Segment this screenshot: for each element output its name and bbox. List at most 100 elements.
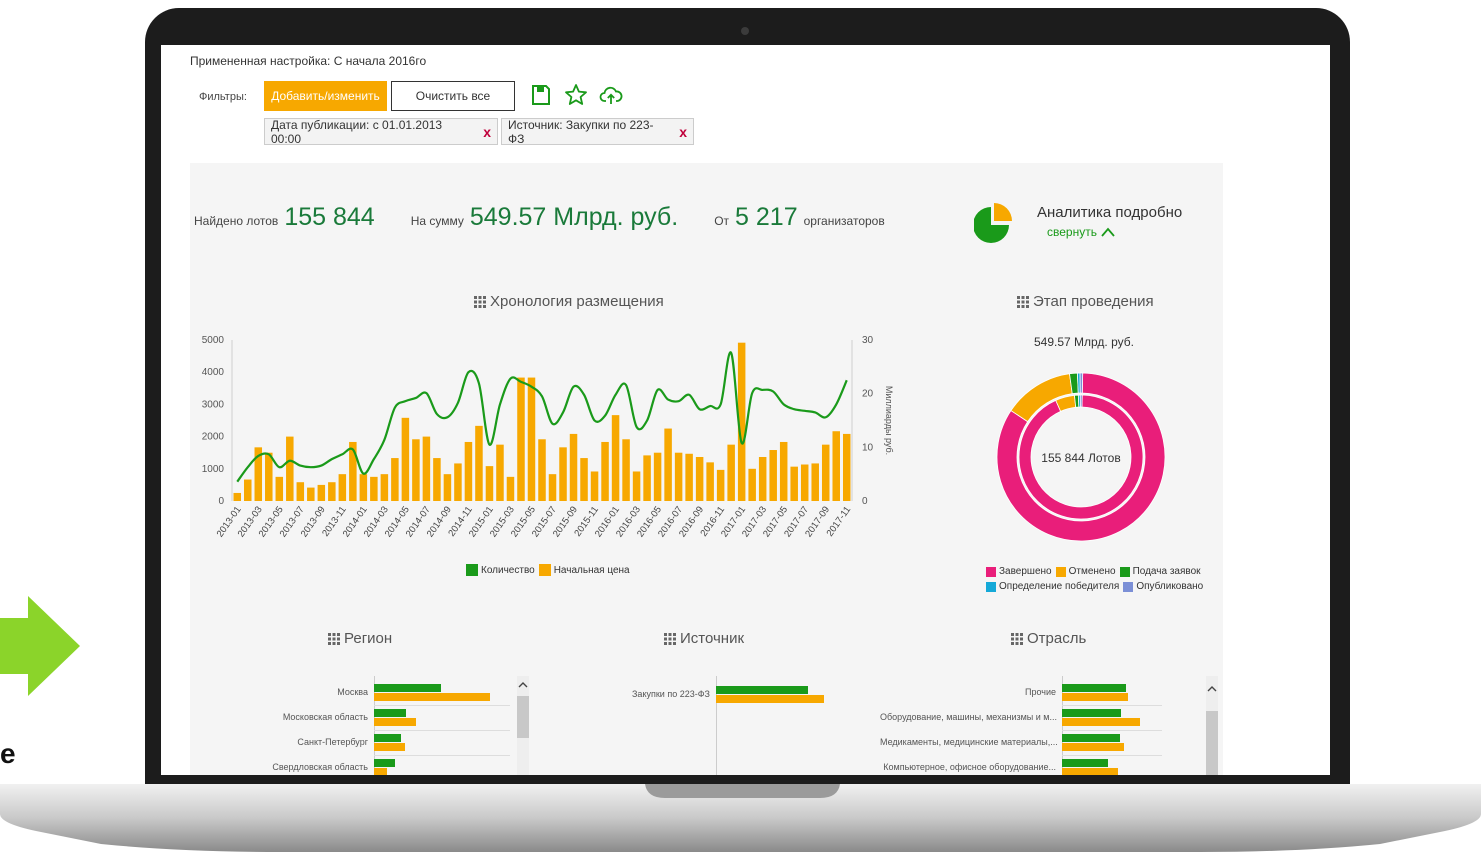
collapse-link[interactable]: свернуть xyxy=(1047,225,1115,239)
applied-setting-text: Примененная настройка: С начала 2016го xyxy=(190,54,427,68)
price-bar xyxy=(580,458,588,501)
hbar-row-separator xyxy=(1062,705,1162,706)
remove-filter-icon[interactable]: x xyxy=(679,124,687,140)
price-bar xyxy=(706,462,714,501)
side-text: e xyxy=(0,738,16,769)
scroll-up-icon[interactable] xyxy=(517,679,529,691)
hbar-category-label: Медикаменты, медицинские материалы,... xyxy=(880,737,1058,747)
region-scroll-thumb[interactable] xyxy=(517,696,529,738)
price-bar xyxy=(601,441,609,501)
price-bar xyxy=(265,452,273,501)
hbar-price-bar xyxy=(1062,718,1140,726)
price-bar xyxy=(307,487,315,501)
star-icon[interactable] xyxy=(564,83,588,107)
filter-chip-source: Источник: Закупки по 223-ФЗ x xyxy=(501,117,694,146)
sum-label: На сумму xyxy=(410,214,464,228)
industry-chart: Прочие Оборудование, машины, механизмы и … xyxy=(880,676,1210,775)
hbar-price-bar xyxy=(1062,743,1124,751)
arrow-right-icon xyxy=(0,596,80,696)
timeline-title-text: Хронология размещения xyxy=(490,293,664,310)
price-bar xyxy=(821,444,830,501)
price-bar xyxy=(842,433,851,501)
price-bar xyxy=(800,464,809,501)
organizers-value: 5 217 xyxy=(735,203,798,231)
region-chart: Москва Московская область Санкт-Петербург С… xyxy=(190,676,530,775)
price-bar xyxy=(506,476,515,501)
y-right-tick-label: 30 xyxy=(862,335,874,346)
hbar-price-bar xyxy=(1062,768,1118,775)
stage-center-label: 155 844 Лотов xyxy=(1041,451,1121,465)
price-bar xyxy=(611,415,620,501)
price-bar xyxy=(716,469,725,501)
hbar-price-bar xyxy=(716,695,824,703)
filter-chip-label: Дата публикации: с 01.01.2013 00:00 xyxy=(271,117,443,146)
stage-legend-row-1: Завершено Отменено Подача заявок xyxy=(986,566,1201,577)
analytics-title: Аналитика подробно xyxy=(1037,204,1183,221)
sum-value: 549.57 Млрд. руб. xyxy=(469,203,679,231)
analytics-panel: Найдено лотов 155 844 На сумму 549.57 Мл… xyxy=(190,163,1223,775)
filter-chip-label: Источник: Закупки по 223-ФЗ xyxy=(508,117,654,146)
hbar-category-label: Закупки по 223-ФЗ xyxy=(632,689,710,699)
legend-swatch xyxy=(1055,566,1066,577)
grid-icon xyxy=(664,632,676,645)
timeline-chart: 0 1000 2000 3000 4000 5000 0 10 20 30 Миллиарды ру… xyxy=(202,335,894,539)
price-bar xyxy=(412,439,420,501)
industry-title: Отрасль xyxy=(1011,630,1086,647)
price-bar xyxy=(233,492,242,501)
price-bar xyxy=(391,458,399,501)
legend-swatch xyxy=(986,566,996,577)
hbar-price-bar xyxy=(374,718,416,726)
hbar-count-bar xyxy=(374,734,401,742)
source-title-text: Источник xyxy=(680,630,745,647)
stage-title: Этап проведения xyxy=(1017,293,1154,310)
price-bar xyxy=(758,456,767,501)
price-bar xyxy=(622,439,630,501)
stage-title-text: Этап проведения xyxy=(1033,293,1154,310)
collapse-label: свернуть xyxy=(1047,225,1097,239)
remove-filter-icon[interactable]: x xyxy=(483,124,491,140)
hbar-category-label: Компьютерное, офисное оборудование... xyxy=(883,762,1056,772)
add-edit-button[interactable]: Добавить/изменить xyxy=(264,81,387,111)
industry-scroll-thumb[interactable] xyxy=(1206,711,1218,775)
price-bar xyxy=(317,484,326,501)
price-bar xyxy=(779,441,788,501)
price-bar xyxy=(370,476,378,501)
price-bar xyxy=(359,474,368,501)
clear-all-button[interactable]: Очистить все xyxy=(391,81,515,111)
y-tick-label: 3000 xyxy=(202,399,225,410)
hbar-category-label: Санкт-Петербург xyxy=(297,737,368,747)
price-bar xyxy=(286,436,294,501)
price-bar xyxy=(643,455,651,501)
region-title-text: Регион xyxy=(344,630,393,647)
price-bar xyxy=(422,436,431,501)
lots-label: Найдено лотов xyxy=(194,214,279,228)
hbar-row-separator xyxy=(1062,730,1162,731)
price-bar xyxy=(559,447,567,501)
price-bar xyxy=(433,458,441,501)
price-bar xyxy=(275,476,284,501)
price-bar xyxy=(674,452,683,501)
y-tick-label: 1000 xyxy=(202,464,225,475)
price-bar xyxy=(496,444,504,501)
pie-chart-icon xyxy=(974,203,1012,243)
y-right-tick-label: 10 xyxy=(862,442,874,453)
hbar-category-label: Свердловская область xyxy=(272,762,368,772)
hbar-row-separator xyxy=(374,730,510,731)
grid-icon xyxy=(474,295,486,308)
chevron-up-icon xyxy=(1101,227,1115,237)
price-bar xyxy=(790,466,798,501)
cloud-upload-icon[interactable] xyxy=(599,83,623,107)
price-bar xyxy=(464,441,473,501)
legend-swatch xyxy=(986,581,996,592)
hbar-row-separator xyxy=(1062,755,1162,756)
y-tick-label: 0 xyxy=(218,496,224,507)
price-bar xyxy=(727,444,735,501)
stage-legend-row-2: Определение победителя Опубликовано xyxy=(986,581,1203,592)
save-icon[interactable] xyxy=(529,83,553,107)
scroll-up-icon[interactable] xyxy=(1206,683,1218,695)
legend-published: Опубликовано xyxy=(1136,581,1204,592)
legend-submission: Подача заявок xyxy=(1132,566,1201,577)
price-bar xyxy=(695,456,704,501)
filter-chip-date: Дата публикации: с 01.01.2013 00:00 x xyxy=(264,117,498,146)
hbar-category-label: Московская область xyxy=(282,712,368,722)
